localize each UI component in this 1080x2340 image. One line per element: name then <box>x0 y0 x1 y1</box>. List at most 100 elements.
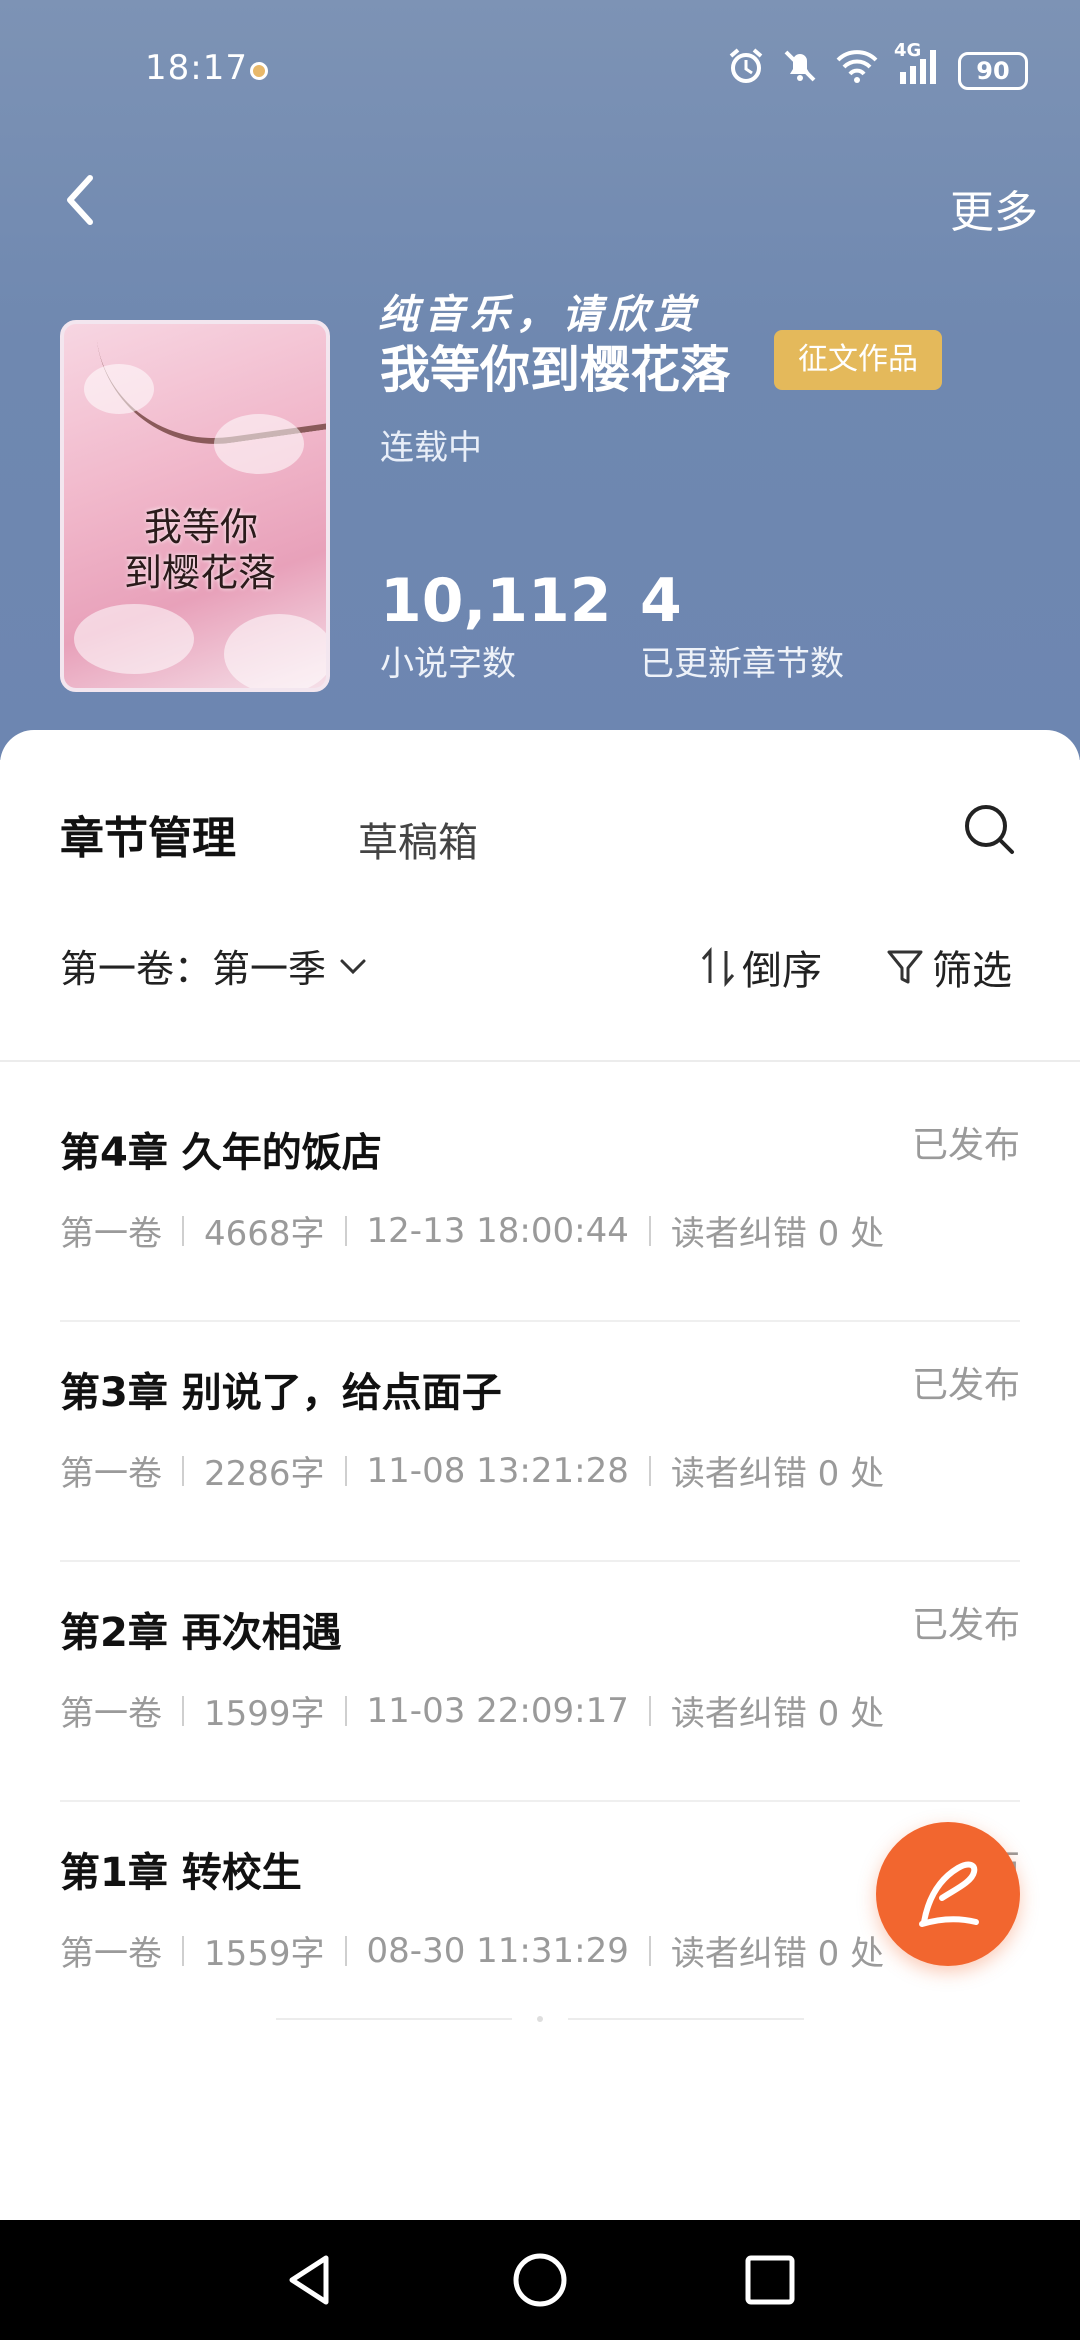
chapter-status: 已发布 <box>911 1605 1020 1646</box>
filter-button[interactable]: 筛选 <box>886 938 1012 996</box>
chapter-time: 11-08 13:21:28 <box>366 1450 629 1491</box>
chapter-meta: 第一卷 1599字 11-03 22:09:17 读者纠错 0 处 <box>60 1686 884 1735</box>
signal-icon: 4G <box>894 40 944 95</box>
chapter-volume: 第一卷 <box>60 1934 162 1974</box>
write-chapter-button[interactable] <box>876 1822 1020 1966</box>
list-end-dot <box>537 2016 543 2022</box>
stat-value: 4 <box>640 566 682 636</box>
circle-home-icon <box>513 2253 567 2307</box>
more-button[interactable]: 更多 <box>950 176 1038 240</box>
nav-recents-button[interactable] <box>740 2250 800 2310</box>
book-cover[interactable]: 我等你 到樱花落 <box>60 320 330 692</box>
filter-icon <box>887 950 923 984</box>
separator <box>182 1695 184 1726</box>
separator <box>648 1455 651 1486</box>
alarm-icon <box>726 46 766 95</box>
separator <box>648 1695 651 1726</box>
battery-icon: 90 <box>958 51 1028 90</box>
chapter-row[interactable]: 第4章 久年的饭店 已发布 第一卷 4668字 12-13 18:00:44 读… <box>60 1120 1020 1358</box>
word-count-stat: 10,112 小说字数 <box>380 566 612 685</box>
cover-art <box>84 364 154 414</box>
chapter-meta: 第一卷 4668字 12-13 18:00:44 读者纠错 0 处 <box>60 1206 884 1255</box>
cover-art <box>224 614 326 688</box>
chapter-words: 4668字 <box>204 1214 325 1254</box>
chapter-status: 已发布 <box>911 1125 1020 1166</box>
wifi-icon <box>834 46 880 95</box>
stat-label: 已更新章节数 <box>640 644 844 684</box>
chevron-left-icon <box>67 175 93 225</box>
filter-label: 筛选 <box>932 948 1012 994</box>
chapter-time: 08-30 11:31:29 <box>366 1930 629 1971</box>
chapter-words: 1559字 <box>204 1934 325 1974</box>
square-recents-icon <box>745 2255 795 2305</box>
separator <box>344 1935 347 1966</box>
system-nav-bar <box>0 2220 1080 2340</box>
book-header: 18:17 4G 90 更多 我等你 到樱花落 纯音乐，请欣赏 我等你到樱花落 … <box>0 0 1080 760</box>
filter-row: 第一卷：第一季 倒序 筛选 <box>0 930 1080 1010</box>
separator <box>182 1455 184 1486</box>
separator <box>344 1455 347 1486</box>
chapter-row[interactable]: 第2章 再次相遇 已发布 第一卷 1599字 11-03 22:09:17 读者… <box>60 1600 1020 1838</box>
divider <box>60 1800 1020 1802</box>
chapter-volume: 第一卷 <box>60 1694 162 1734</box>
sort-icon <box>701 947 735 987</box>
chapter-errata: 读者纠错 0 处 <box>670 1694 885 1734</box>
chapter-title: 第2章 再次相遇 <box>60 1610 342 1656</box>
notification-dot-icon <box>250 62 268 80</box>
list-end-line <box>568 2018 804 2020</box>
chapter-title: 第4章 久年的饭店 <box>60 1130 382 1176</box>
stat-value: 10,112 <box>380 566 612 636</box>
cover-title: 我等你 到樱花落 <box>124 504 276 596</box>
cover-title-line: 到樱花落 <box>124 551 277 595</box>
chapter-row[interactable]: 第3章 别说了，给点面子 已发布 第一卷 2286字 11-08 13:21:2… <box>60 1360 1020 1598</box>
chapter-meta: 第一卷 2286字 11-08 13:21:28 读者纠错 0 处 <box>60 1446 884 1495</box>
quill-icon <box>919 1861 979 1927</box>
divider <box>0 1060 1080 1062</box>
separator <box>344 1215 347 1246</box>
chapter-errata: 读者纠错 0 处 <box>670 1454 885 1494</box>
chapter-volume: 第一卷 <box>60 1214 162 1254</box>
chapter-time: 11-03 22:09:17 <box>366 1690 629 1731</box>
separator <box>648 1935 651 1966</box>
top-nav: 更多 <box>0 160 1080 250</box>
back-button[interactable] <box>60 170 120 240</box>
chapter-errata: 读者纠错 0 处 <box>670 1214 885 1254</box>
status-icons: 4G 90 <box>726 40 1028 95</box>
chapter-title: 第3章 别说了，给点面子 <box>60 1370 502 1416</box>
chapter-meta: 第一卷 1559字 08-30 11:31:29 读者纠错 0 处 <box>60 1926 884 1975</box>
nav-home-button[interactable] <box>510 2250 570 2310</box>
tab-drafts[interactable]: 草稿箱 <box>358 810 478 868</box>
chevron-down-icon <box>340 959 366 974</box>
chapter-words: 2286字 <box>204 1454 325 1494</box>
mute-icon <box>780 46 820 95</box>
sort-button[interactable]: 倒序 <box>700 938 822 996</box>
chapter-errata: 读者纠错 0 处 <box>670 1934 885 1974</box>
divider <box>60 1320 1020 1322</box>
tab-chapter-management[interactable]: 章节管理 <box>60 802 236 866</box>
triangle-back-icon <box>289 2255 329 2305</box>
cover-art <box>74 604 194 674</box>
chapter-title: 第1章 转校生 <box>60 1850 302 1896</box>
chapter-words: 1599字 <box>204 1694 325 1734</box>
cover-art <box>214 414 304 474</box>
chapter-count-stat: 4 已更新章节数 <box>640 566 844 685</box>
book-title: 我等你到樱花落 <box>380 341 730 399</box>
search-button[interactable] <box>962 802 1018 858</box>
serial-status: 连载中 <box>380 428 482 468</box>
chapter-sheet: 章节管理 草稿箱 第一卷：第一季 倒序 筛选 第4章 久年的饭店 已发布 第一卷… <box>0 730 1080 2220</box>
list-end-line <box>276 2018 512 2020</box>
divider <box>60 1560 1020 1562</box>
nav-back-button[interactable] <box>280 2250 340 2310</box>
volume-select[interactable]: 第一卷：第一季 <box>60 938 370 993</box>
cover-title-line: 我等你 <box>144 505 259 549</box>
chapter-volume: 第一卷 <box>60 1454 162 1494</box>
stat-label: 小说字数 <box>380 644 516 684</box>
sort-label: 倒序 <box>742 948 822 994</box>
separator <box>182 1935 184 1966</box>
chapter-time: 12-13 18:00:44 <box>366 1210 629 1251</box>
separator <box>182 1215 184 1246</box>
status-time: 18:17 <box>145 48 248 88</box>
separator <box>344 1695 347 1726</box>
status-bar: 18:17 4G 90 <box>0 40 1080 100</box>
search-icon <box>965 805 1014 854</box>
